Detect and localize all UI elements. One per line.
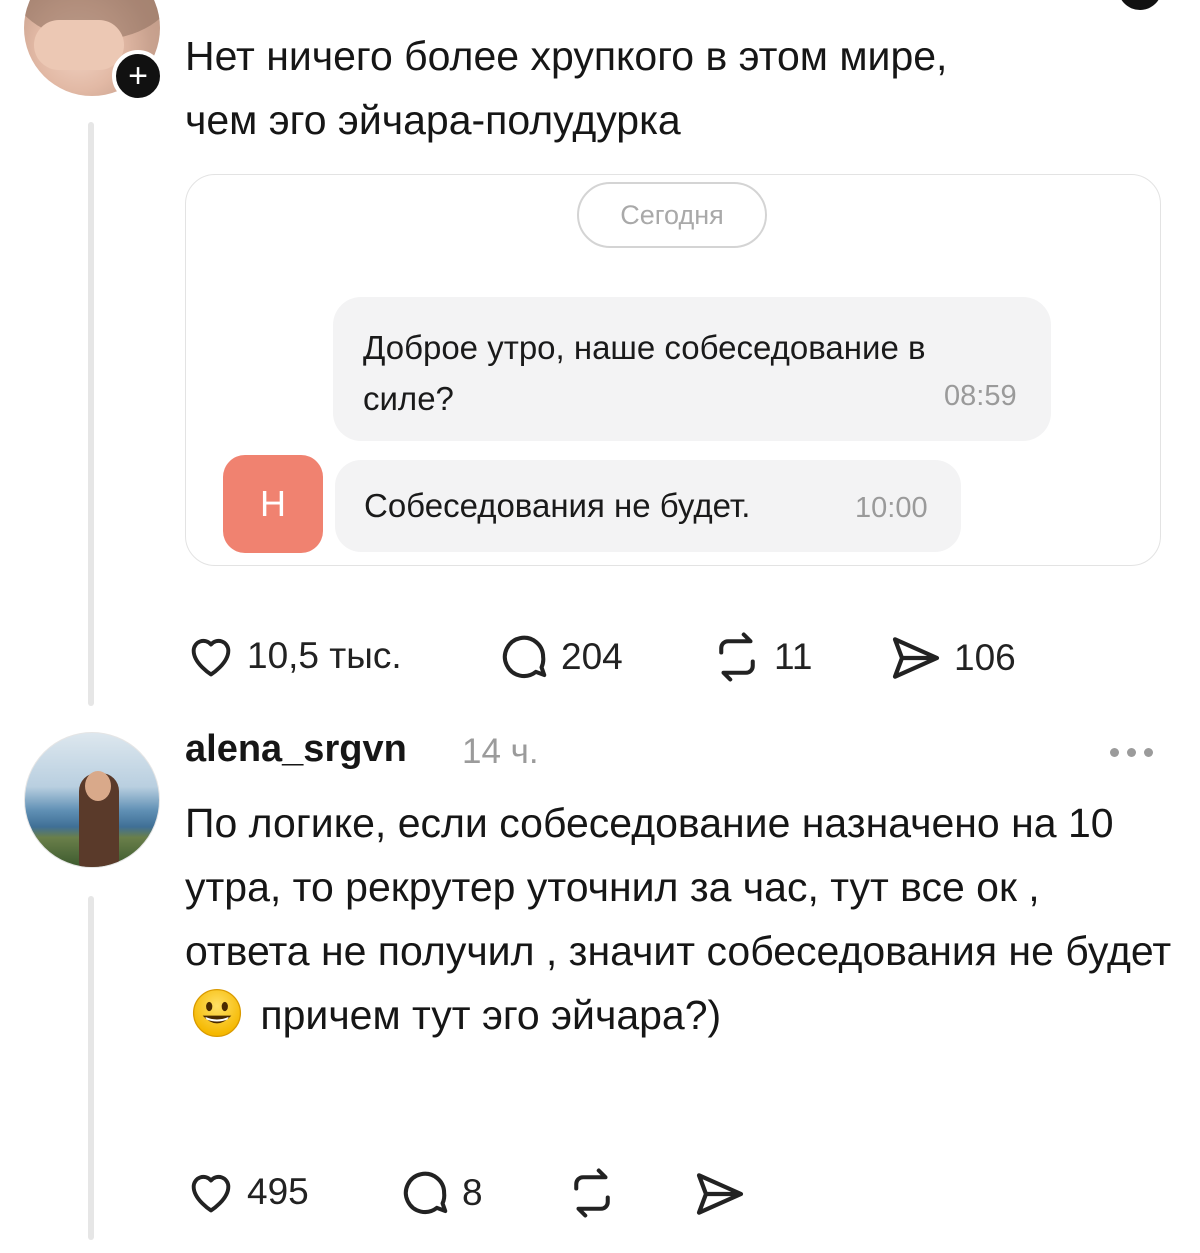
follow-plus-icon[interactable]: +	[112, 50, 164, 102]
share-count: 106	[954, 637, 1016, 678]
comment-share-button[interactable]	[692, 1166, 748, 1222]
comment-repost-button[interactable]	[565, 1166, 619, 1220]
repost-button[interactable]: 11	[710, 630, 812, 684]
comment-like-button[interactable]: 495	[185, 1166, 309, 1218]
like-count: 10,5 тыс.	[247, 635, 402, 676]
chat-date-pill: Сегодня	[577, 182, 767, 248]
comment-reply-button[interactable]: 8	[398, 1166, 483, 1220]
more-button[interactable]	[1118, 0, 1162, 10]
comment-text: По логике, если собеседование назначено …	[185, 791, 1175, 1047]
comment-username[interactable]: alena_srgvn	[185, 728, 407, 771]
reply-count: 204	[561, 636, 623, 677]
send-icon	[892, 637, 940, 679]
reply-button[interactable]: 204	[497, 630, 623, 684]
smiling-face-icon	[192, 988, 242, 1038]
comment-text-part1: По логике, если собеседование назначено …	[185, 800, 1172, 974]
chat-bubble-incoming-text: Собеседования не будет.	[364, 487, 751, 524]
comment-text-part2: причем тут эго эйчара?)	[260, 992, 722, 1038]
comment-timestamp: 14 ч.	[462, 732, 539, 771]
chat-bubble-outgoing-time: 08:59	[944, 380, 1017, 412]
avatar-hand	[34, 20, 124, 70]
chat-bubble-outgoing-text: Доброе утро, наше собеседование в силе?	[363, 329, 926, 417]
repost-icon	[574, 1168, 610, 1218]
comment-like-count: 495	[247, 1171, 309, 1212]
chat-sender-avatar: Н	[223, 455, 323, 553]
post-text: Нет ничего более хрупкого в этом мире, ч…	[185, 33, 948, 143]
avatar-face	[85, 771, 111, 801]
comment-reply-count: 8	[462, 1172, 483, 1213]
comment-icon	[403, 1171, 448, 1215]
repost-count: 11	[774, 636, 813, 677]
thread-line	[88, 896, 94, 1240]
heart-icon	[191, 1174, 231, 1213]
like-button[interactable]: 10,5 тыс.	[185, 630, 402, 682]
share-button[interactable]: 106	[888, 630, 1016, 686]
comment-author-avatar[interactable]	[24, 732, 160, 868]
chat-bubble-incoming-time: 10:00	[855, 492, 928, 524]
repost-icon	[719, 632, 755, 682]
more-options-icon[interactable]	[1110, 742, 1162, 762]
comment-icon	[502, 635, 547, 679]
thread-line	[88, 122, 94, 706]
heart-icon	[191, 638, 231, 677]
send-icon	[696, 1173, 744, 1215]
